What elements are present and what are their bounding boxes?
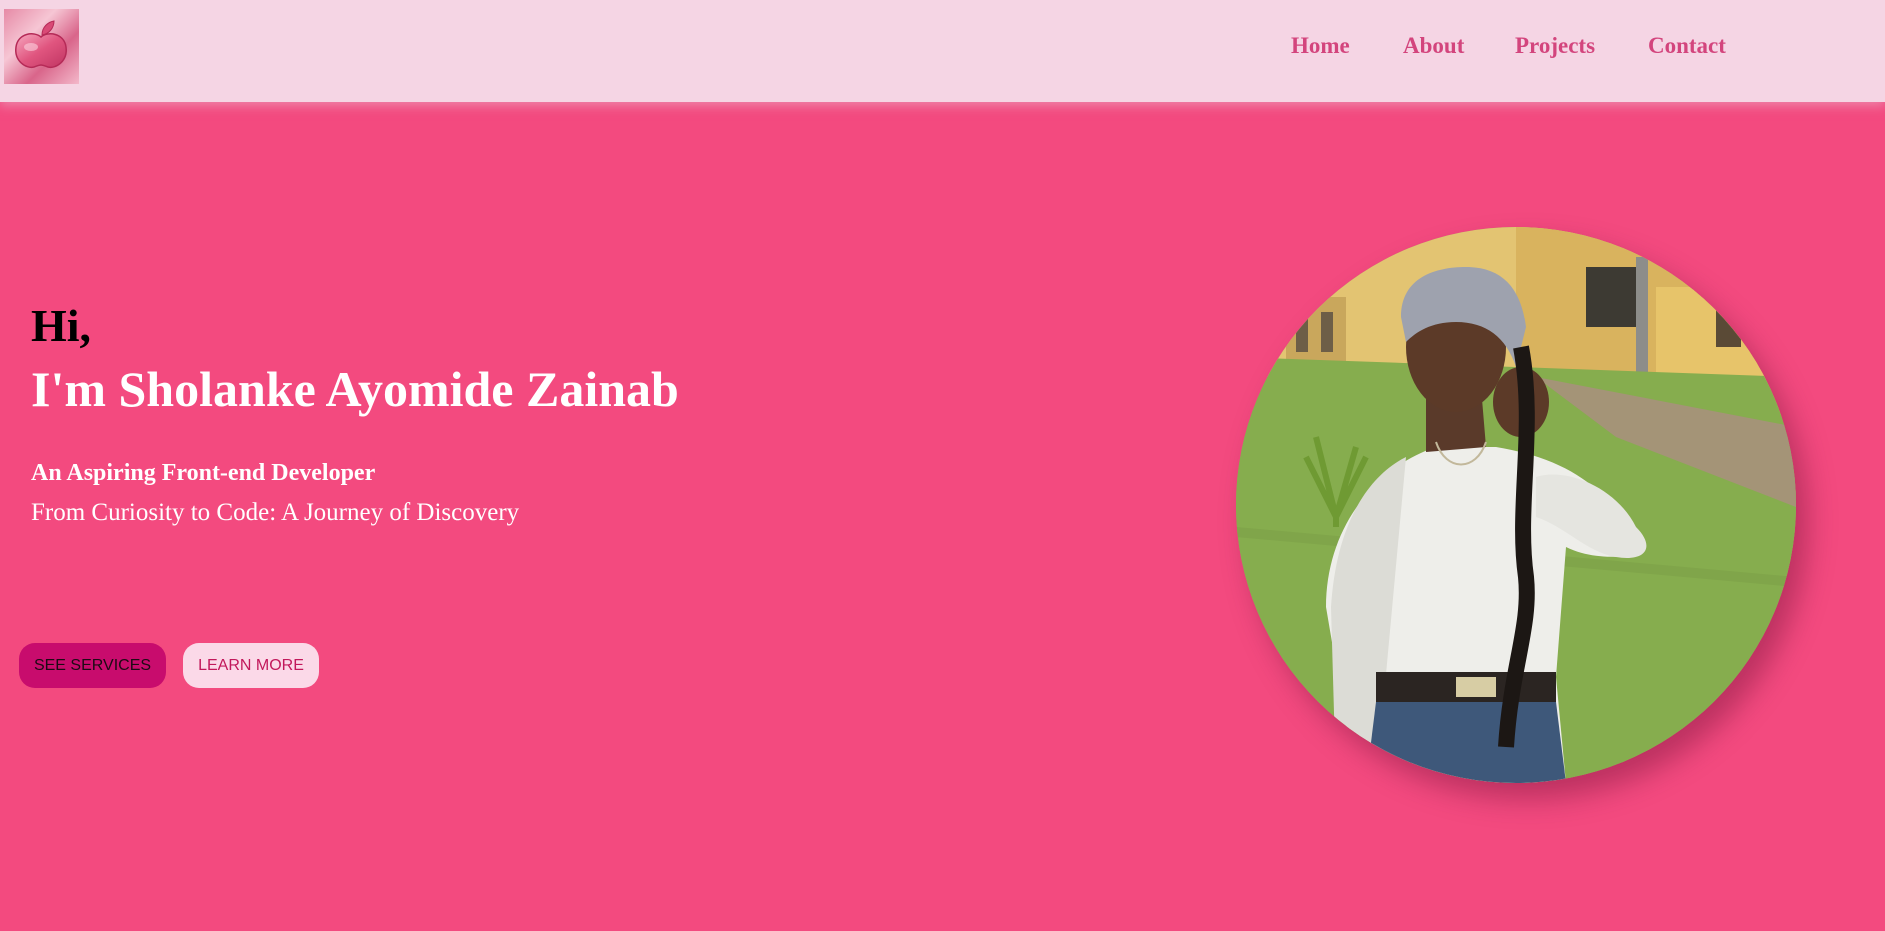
nav-link-projects[interactable]: Projects bbox=[1515, 33, 1595, 59]
hero-role: An Aspiring Front-end Developer bbox=[31, 460, 376, 486]
hero-text: Hi, I'm Sholanke Ayomide Zainab An Aspir… bbox=[31, 296, 679, 526]
hero-name: I'm Sholanke Ayomide Zainab bbox=[31, 361, 679, 417]
profile-photo bbox=[1236, 227, 1796, 783]
learn-more-button[interactable]: LEARN MORE bbox=[183, 643, 319, 688]
navbar: Home About Projects Contact bbox=[0, 0, 1885, 102]
hero-tagline: From Curiosity to Code: A Journey of Dis… bbox=[31, 499, 520, 526]
nav-link-about[interactable]: About bbox=[1403, 33, 1464, 59]
nav-link-contact[interactable]: Contact bbox=[1648, 33, 1726, 59]
apple-logo-icon[interactable] bbox=[4, 9, 79, 84]
hero-greeting: Hi, bbox=[31, 300, 92, 351]
nav-link-home[interactable]: Home bbox=[1291, 33, 1350, 59]
see-services-button[interactable]: SEE SERVICES bbox=[19, 643, 166, 688]
